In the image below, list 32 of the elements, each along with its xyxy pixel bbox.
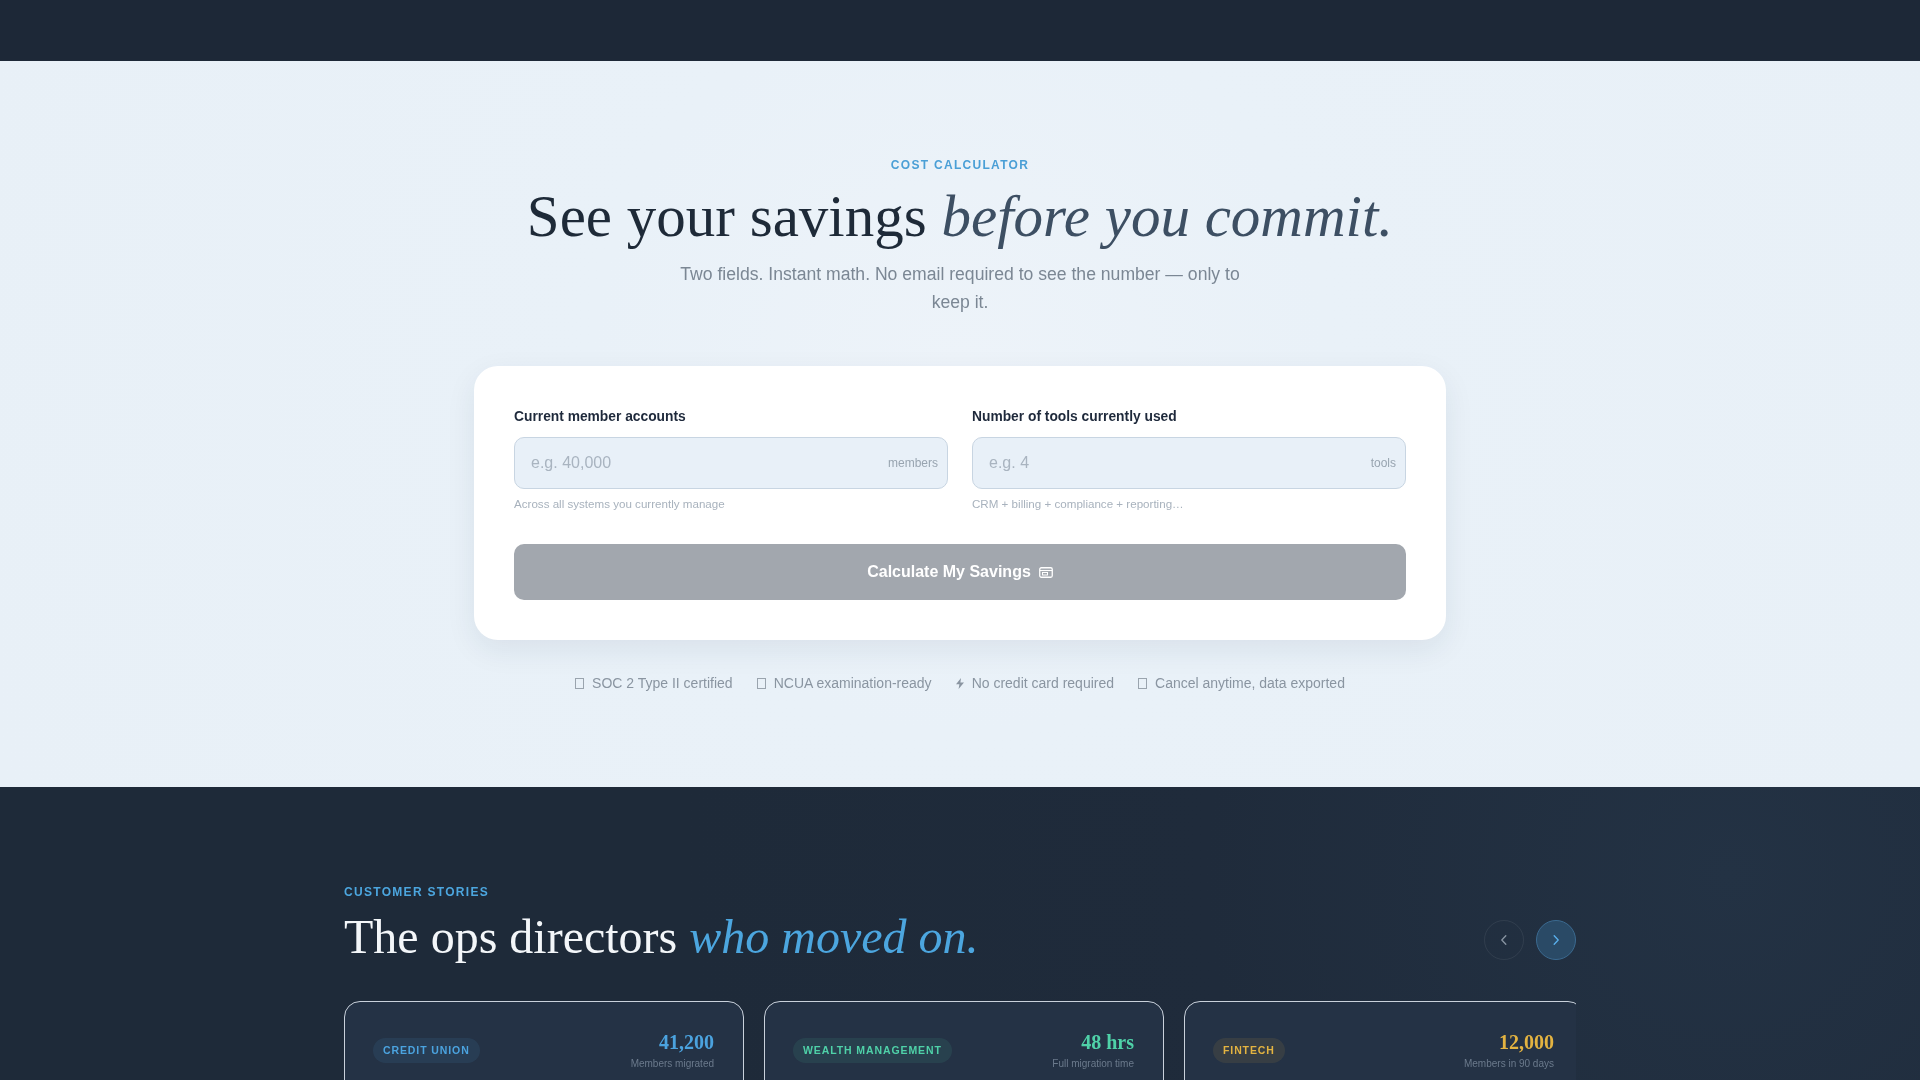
lightning-icon	[955, 677, 964, 689]
field-hint: CRM + billing + compliance + reporting…	[972, 497, 1185, 511]
section-eyebrow: COST CALCULATOR	[890, 157, 1030, 173]
section-title: See your savings before you commit.	[526, 182, 1394, 251]
section-eyebrow: CUSTOMER STORIES	[344, 884, 490, 900]
stat-value: 12,000	[1499, 1030, 1554, 1054]
field-hint: Across all systems you currently manage	[514, 497, 726, 511]
rectangle-icon	[1138, 677, 1148, 689]
trust-badge-text: Cancel anytime, data exported	[1155, 674, 1345, 693]
rectangle-icon	[1038, 566, 1053, 578]
field-label: Current member accounts	[514, 408, 687, 426]
trust-badge-text: No credit card required	[971, 674, 1115, 693]
chevron-left-icon	[1499, 935, 1509, 945]
unit-suffix: tools	[1370, 456, 1396, 470]
unit-suffix: members	[888, 456, 938, 470]
section-subtitle: Two fields. Instant math. No email required to see the number — only to keep it.	[679, 263, 1241, 314]
trust-badge-text: SOC 2 Type II certified	[592, 674, 733, 693]
trust-badge-text: NCUA examination-ready	[773, 674, 932, 693]
chevron-right-icon	[1551, 935, 1561, 945]
section-title: The ops directors who moved on.	[344, 909, 979, 965]
stat-caption: Members in 90 days	[1463, 1058, 1554, 1070]
next-button[interactable]	[1536, 920, 1576, 960]
industry-tag: FINTECH	[1213, 1038, 1285, 1063]
industry-tag: CREDIT UNION	[373, 1038, 480, 1063]
field-label: Number of tools currently used	[972, 408, 1178, 426]
stat-caption: Members migrated	[630, 1058, 714, 1070]
stat-value: 41,200	[659, 1030, 714, 1054]
rectangle-icon	[756, 677, 766, 689]
stat-caption: Full migration time	[1052, 1058, 1134, 1070]
rectangle-icon	[575, 677, 585, 689]
industry-tag: WEALTH MANAGEMENT	[793, 1038, 952, 1063]
stat-value: 48 hrs	[1081, 1030, 1134, 1054]
